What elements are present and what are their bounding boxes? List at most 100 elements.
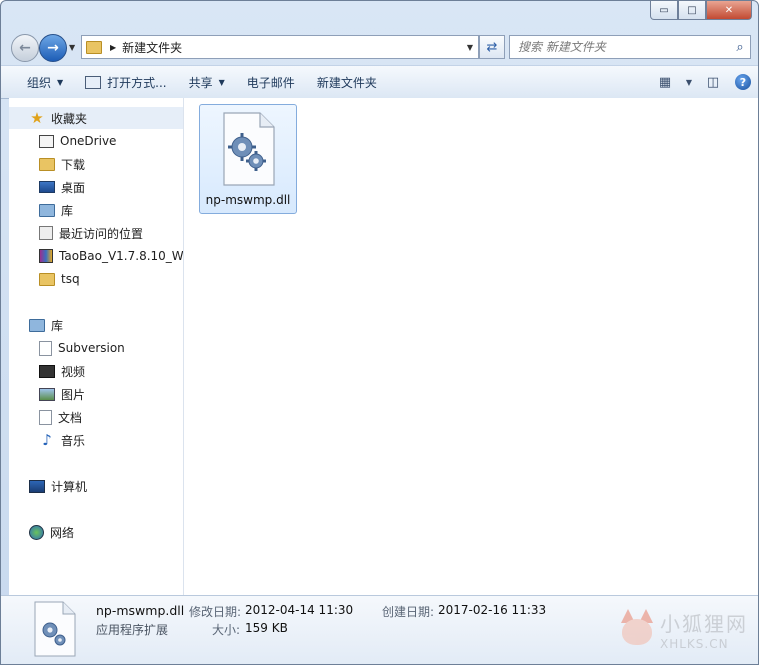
nav-label: OneDrive: [60, 134, 117, 148]
forward-button[interactable]: →: [39, 34, 67, 62]
nav-label: tsq: [61, 272, 80, 286]
nav-label: TaoBao_V1.7.8.10_Wi: [59, 249, 184, 263]
search-box: ⌕: [509, 35, 751, 59]
chevron-down-icon: ▼: [57, 77, 64, 87]
onedrive-icon: [39, 134, 54, 148]
recent-pages-dropdown-icon[interactable]: ▼: [69, 43, 75, 52]
organize-label: 组织: [27, 75, 52, 90]
nav-network[interactable]: 网络: [9, 521, 183, 543]
nav-label: 视频: [61, 364, 86, 379]
size-label: 大小:: [212, 623, 241, 637]
modified-value: 2012-04-14 11:30: [245, 603, 354, 617]
maximize-button[interactable]: □: [678, 1, 706, 20]
fox-logo-icon: [618, 609, 656, 651]
star-icon: ★: [30, 109, 44, 127]
address-bar[interactable]: ▶ 新建文件夹 ▼: [81, 35, 479, 59]
minimize-button[interactable]: ▭: [650, 1, 678, 20]
nav-label: 下载: [61, 157, 86, 172]
recent-places-icon: [39, 226, 53, 240]
watermark-en: XHLKS.CN: [660, 637, 729, 651]
help-icon: ?: [735, 74, 751, 90]
dll-file-icon: [223, 112, 275, 186]
nav-item-music[interactable]: ♪ 音乐: [9, 429, 183, 451]
share-button[interactable]: 共享 ▼: [178, 68, 236, 96]
nav-item-pictures[interactable]: 图片: [9, 383, 183, 405]
nav-label: 库: [51, 318, 64, 333]
nav-item-subversion[interactable]: Subversion: [9, 337, 183, 359]
share-label: 共享: [188, 75, 213, 90]
navigation-pane: ★ 收藏夹 OneDrive 下载 桌面 库 最近访问的位置 TaoBao_V1…: [9, 98, 184, 595]
folder-icon: [86, 40, 102, 54]
file-list[interactable]: np-mswmp.dll: [184, 98, 758, 595]
nav-item-recent[interactable]: 最近访问的位置: [9, 222, 183, 244]
refresh-button[interactable]: ⇄: [479, 35, 505, 59]
new-folder-button[interactable]: 新建文件夹: [306, 68, 388, 96]
library-icon: [29, 318, 45, 332]
command-bar: 组织 ▼ 打开方式... 共享 ▼ 电子邮件 新建文件夹 ▦ ▼ ◫ ?: [1, 65, 758, 99]
help-button[interactable]: ?: [728, 68, 758, 96]
nav-label: 网络: [50, 525, 75, 540]
nav-favorites[interactable]: ★ 收藏夹: [9, 107, 183, 129]
folder-icon: [39, 272, 55, 286]
address-history-dropdown-icon[interactable]: ▼: [462, 43, 478, 52]
dll-file-icon: [34, 601, 76, 657]
search-icon[interactable]: ⌕: [730, 40, 750, 55]
open-with-label: 打开方式...: [107, 75, 167, 90]
music-icon: ♪: [42, 431, 52, 449]
breadcrumb-chevron-icon[interactable]: ▶: [110, 43, 116, 52]
details-file-name: np-mswmp.dll: [96, 603, 185, 618]
nav-item-tsq[interactable]: tsq: [9, 268, 183, 290]
close-button[interactable]: ✕: [706, 1, 752, 20]
nav-label: 图片: [61, 387, 86, 402]
archive-icon: [39, 249, 53, 263]
nav-item-downloads[interactable]: 下载: [9, 153, 183, 175]
created-value: 2017-02-16 11:33: [438, 603, 547, 617]
nav-item-library[interactable]: 库: [9, 199, 183, 221]
modified-label: 修改日期:: [189, 605, 242, 619]
size-value: 159 KB: [245, 621, 288, 635]
nav-item-video[interactable]: 视频: [9, 360, 183, 382]
document-icon: [39, 409, 52, 425]
view-options-icon[interactable]: ▦: [650, 68, 680, 96]
nav-computer[interactable]: 计算机: [9, 475, 183, 497]
file-name: np-mswmp.dll: [205, 193, 291, 207]
nav-item-documents[interactable]: 文档: [9, 406, 183, 428]
back-button[interactable]: ←: [11, 34, 39, 62]
organize-button[interactable]: 组织 ▼: [16, 68, 74, 96]
nav-label: 最近访问的位置: [59, 226, 144, 241]
view-dropdown-icon[interactable]: ▼: [680, 68, 698, 96]
preview-pane-icon[interactable]: ◫: [698, 68, 728, 96]
nav-label: 收藏夹: [51, 111, 88, 126]
nav-item-desktop[interactable]: 桌面: [9, 176, 183, 198]
library-icon: [39, 203, 55, 217]
nav-label: 音乐: [61, 433, 86, 448]
nav-item-onedrive[interactable]: OneDrive: [9, 130, 183, 152]
open-with-icon: [85, 75, 102, 89]
file-item[interactable]: np-mswmp.dll: [199, 104, 297, 214]
toolbar-right: ▦ ▼ ◫ ?: [650, 66, 758, 98]
email-button[interactable]: 电子邮件: [236, 68, 306, 96]
nav-label: Subversion: [58, 341, 125, 355]
download-folder-icon: [39, 157, 55, 171]
chevron-down-icon: ▼: [218, 77, 225, 87]
nav-label: 库: [61, 203, 74, 218]
open-with-button[interactable]: 打开方式...: [74, 68, 177, 96]
nav-label: 桌面: [61, 180, 86, 195]
document-library-icon: [39, 340, 52, 356]
details-file-type: 应用程序扩展: [96, 623, 169, 637]
email-label: 电子邮件: [246, 75, 295, 90]
video-icon: [39, 364, 55, 378]
nav-libraries[interactable]: 库: [9, 314, 183, 336]
details-pane: np-mswmp.dll 应用程序扩展 修改日期: 2012-04-14 11:…: [1, 595, 758, 664]
picture-icon: [39, 387, 55, 401]
nav-label: 计算机: [51, 479, 88, 494]
breadcrumb-current[interactable]: 新建文件夹: [122, 39, 462, 56]
watermark-cn: 小狐狸网: [660, 612, 748, 636]
network-icon: [29, 524, 44, 540]
explorer-window: ▭ □ ✕ ← → ▼ ▶ 新建文件夹 ▼ ⇄ ⌕ 组织 ▼ 打开方式... 共…: [0, 0, 759, 665]
search-input[interactable]: [510, 39, 730, 55]
caption-buttons: ▭ □ ✕: [650, 1, 752, 21]
new-folder-label: 新建文件夹: [316, 75, 377, 90]
nav-item-taobao[interactable]: TaoBao_V1.7.8.10_Wi: [9, 245, 183, 267]
created-label: 创建日期:: [382, 605, 435, 619]
